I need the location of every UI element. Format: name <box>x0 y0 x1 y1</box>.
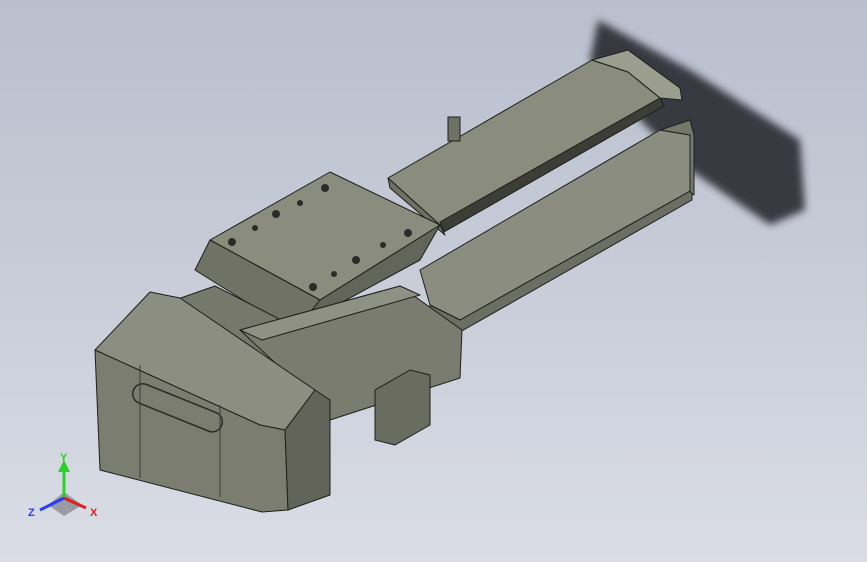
cad-model-scene[interactable]: Y X Z <box>0 0 867 562</box>
axis-triad[interactable]: Y X Z <box>28 452 98 519</box>
sensor-knob <box>447 116 461 142</box>
triad-z-label: Z <box>28 507 35 519</box>
triad-y-label: Y <box>60 452 68 464</box>
triad-x-label: X <box>90 507 98 519</box>
3d-viewport[interactable]: Y X Z <box>0 0 867 562</box>
actuator-model[interactable] <box>94 49 695 513</box>
